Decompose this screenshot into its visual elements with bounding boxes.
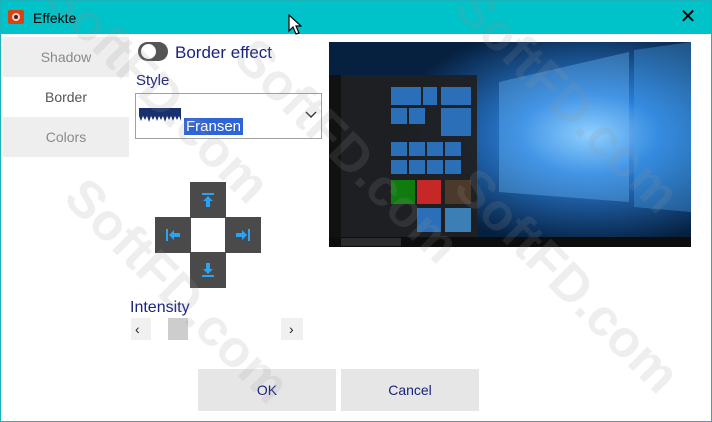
intensity-slider[interactable]: ‹ › <box>131 318 303 340</box>
tab-colors[interactable]: Colors <box>3 117 129 157</box>
style-label: Style <box>136 72 170 89</box>
border-effect-toggle[interactable] <box>138 42 168 61</box>
border-effect-label: Border effect <box>175 43 273 62</box>
slider-right-arrow[interactable]: › <box>289 321 294 337</box>
chevron-down-icon <box>305 111 317 118</box>
mouse-cursor-icon <box>288 14 302 35</box>
window-title: Effekte <box>33 10 77 26</box>
style-selected-value: Fransen <box>184 118 244 135</box>
border-top-button[interactable] <box>190 182 226 218</box>
title-bar: Effekte ✕ <box>1 1 711 35</box>
border-right-button[interactable] <box>225 217 261 253</box>
effects-dialog: Effekte ✕ Shadow Border Colors Border ef… <box>0 0 712 422</box>
arrow-right-to-bar-icon <box>236 229 250 241</box>
cancel-button[interactable]: Cancel <box>341 369 479 411</box>
toggle-knob <box>141 44 156 59</box>
style-dropdown[interactable]: Fransen <box>135 93 322 139</box>
slider-left-arrow[interactable]: ‹ <box>135 321 140 337</box>
app-icon <box>8 10 24 24</box>
tab-list: Shadow Border Colors <box>3 37 129 157</box>
preview-image <box>329 42 691 247</box>
ok-button[interactable]: OK <box>198 369 336 411</box>
intensity-label: Intensity <box>130 299 190 316</box>
border-bottom-button[interactable] <box>190 252 226 288</box>
windows-desktop-preview <box>329 42 691 247</box>
arrow-left-to-bar-icon <box>166 229 180 241</box>
close-button[interactable]: ✕ <box>665 1 711 34</box>
arrow-up-to-bar-icon <box>202 193 214 207</box>
slider-thumb[interactable] <box>168 318 188 340</box>
arrow-down-to-bar-icon <box>202 263 214 277</box>
tab-shadow[interactable]: Shadow <box>3 37 129 77</box>
slider-track[interactable] <box>151 318 281 340</box>
tab-border[interactable]: Border <box>3 77 129 117</box>
fringe-preview-icon <box>139 108 181 122</box>
border-left-button[interactable] <box>155 217 191 253</box>
